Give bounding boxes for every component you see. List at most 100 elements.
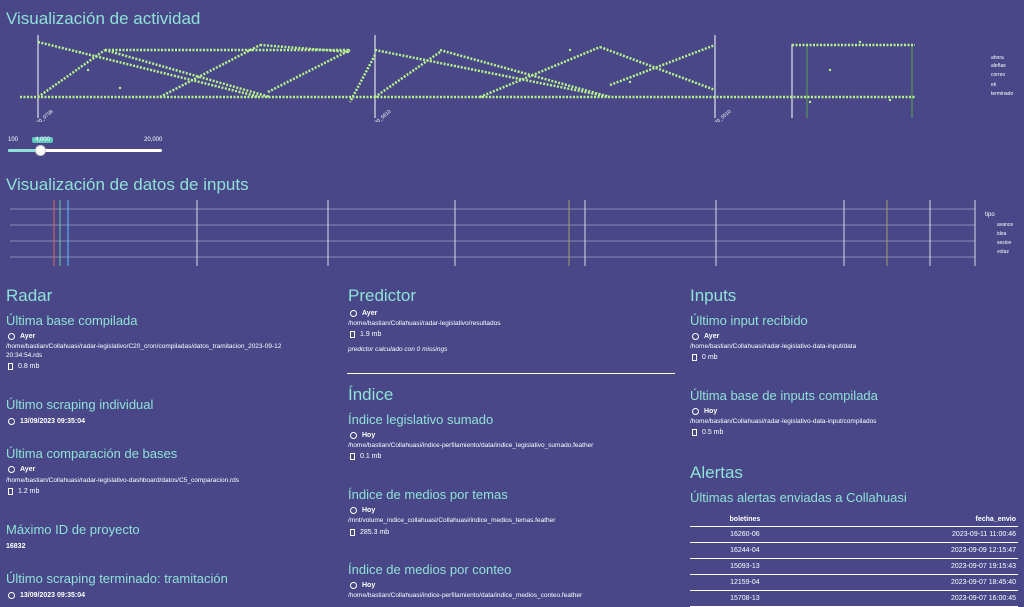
inputs-ultimo-when: Ayer [692, 333, 719, 340]
clock-icon [8, 418, 15, 425]
indice-temas-when: Hoy [350, 507, 375, 514]
legend-item-terminado: terminado [991, 91, 1014, 97]
alertas-title: Alertas [690, 463, 743, 482]
radar-scraping-terminado-heading: Último scraping terminado: tramitación [6, 571, 228, 586]
table-row: 16260-06 2023-09-11 11:00:46 [690, 526, 1018, 543]
clock-icon [8, 333, 15, 340]
table-row: 16244-04 2023-09-09 12:15:47 [690, 542, 1018, 559]
indice-title: Índice [348, 385, 394, 404]
cell-boletin: 15093-13 [690, 558, 800, 575]
radar-comparacion-heading: Última comparación de bases [6, 446, 178, 461]
cell-fecha: 2023-09-07 18:45:40 [799, 574, 1018, 591]
clock-icon [350, 310, 357, 317]
clock-icon [692, 333, 699, 340]
radar-ultima-base-size: 0.8 mb [8, 363, 39, 370]
indice-sumado-heading: Índice legislativo sumado [348, 412, 494, 427]
inputs-ultimo-path: /home/bastian/Collahuasi/radar-legislati… [690, 343, 857, 350]
inputs-viz-title: Visualización de datos de inputs [6, 175, 249, 194]
radar-scraping-individual-heading: Último scraping individual [6, 397, 154, 412]
inputs-ultima-base-when: Hoy [692, 408, 717, 415]
inputs-ultimo-heading: Último input recibido [690, 313, 808, 328]
inputs-title: Inputs [690, 286, 737, 305]
slider-max-label: 20,000 [144, 137, 163, 143]
indice-temas-path: /mnt/volume_indice_collahuasi/Collahuasi… [348, 517, 556, 524]
file-icon [692, 429, 697, 436]
radar-comparacion-size: 1.2 mb [8, 488, 39, 495]
file-icon [350, 331, 355, 338]
clock-icon [8, 466, 15, 473]
indice-temas-size: 285.3 mb [350, 529, 389, 536]
predictor-title: Predictor [348, 286, 417, 305]
indice-conteo-heading: Índice de medios por conteo [348, 562, 512, 577]
predictor-size: 1.9 mb [350, 331, 381, 338]
cell-boletin: 15708-13 [690, 590, 800, 607]
radar-scraping-individual-when: 13/09/2023 09:35:04 [8, 418, 85, 425]
radar-ultima-base-heading: Última base compilada [6, 313, 138, 328]
inputs-ultimo-size: 0 mb [692, 354, 718, 361]
activity-title: Visualización de actividad [6, 9, 201, 28]
clock-icon [8, 592, 15, 599]
file-icon [350, 529, 355, 536]
column-header-fecha-envio[interactable]: fecha_envio [799, 513, 1018, 527]
slider-value-badge: 4,000 [32, 137, 54, 143]
inputs-legend-avance: avance [997, 222, 1014, 228]
file-icon [350, 453, 355, 460]
radar-maximo-id-heading: Máximo ID de proyecto [6, 522, 140, 537]
inputs-ultima-base-heading: Última base de inputs compilada [690, 388, 878, 403]
axis-label-1: 1230_0738 [31, 109, 54, 122]
radar-scraping-terminado-when: 13/09/2023 09:35:04 [8, 592, 85, 599]
file-icon [8, 363, 13, 370]
inputs-chart [10, 200, 976, 266]
activity-chart: 1230_0738 1230_5610 1230_5510 [20, 35, 915, 122]
indice-sumado-size: 0.1 mb [350, 453, 381, 460]
legend-item-ek: ek [991, 82, 997, 88]
divider [347, 373, 675, 374]
radar-ultima-base-path: /home/bastian/Collahuasi/radar-legislati… [6, 343, 282, 359]
inputs-ultima-base-path: /home/bastian/Collahuasi/radar-legislati… [690, 418, 877, 425]
inputs-legend-votaz: votaz [997, 249, 1009, 255]
radar-ultima-base-when: Ayer [8, 333, 35, 340]
slider-handle[interactable] [35, 145, 46, 156]
radar-comparacion-when: Ayer [8, 466, 35, 473]
clock-icon [692, 408, 699, 415]
radar-comparacion-path: /home/bastian/Collahuasi/radar-legislati… [6, 477, 240, 484]
table-row: 15093-13 2023-09-07 19:15:43 [690, 558, 1018, 575]
indice-conteo-path: /home/bastian/Collahuasi/indice-perfilam… [348, 592, 583, 599]
file-icon [8, 488, 13, 495]
table-row: 15708-13 2023-09-07 16:00:45 [690, 590, 1018, 607]
cell-boletin: 16260-06 [690, 526, 800, 543]
cell-boletin: 12159-04 [690, 574, 800, 591]
inputs-ultima-base-size: 0.5 mb [692, 429, 723, 436]
file-icon [692, 354, 697, 361]
legend-item-correo: correo [991, 72, 1006, 78]
axis-label-2: 1230_5610 [369, 109, 392, 122]
axis-label-3: 1230_5510 [709, 109, 732, 122]
cell-fecha: 2023-09-07 19:15:43 [799, 558, 1018, 575]
radar-title: Radar [6, 286, 53, 305]
column-header-boletines[interactable]: boletines [690, 513, 800, 527]
indice-temas-heading: Índice de medios por temas [348, 487, 508, 502]
slider-min-label: 100 [8, 137, 19, 143]
cell-boletin: 16244-04 [690, 542, 800, 559]
cell-fecha: 2023-09-11 11:00:46 [799, 526, 1018, 543]
indice-conteo-when: Hoy [350, 582, 375, 589]
predictor-when: Ayer [350, 310, 377, 317]
clock-icon [350, 582, 357, 589]
indice-sumado-when: Hoy [350, 432, 375, 439]
indice-sumado-path: /home/bastian/Collahuasi/indice-perfilam… [348, 442, 594, 449]
legend-item-alenas: aleñas [991, 63, 1006, 69]
cell-fecha: 2023-09-09 12:15:47 [799, 542, 1018, 559]
table-header-row: boletines fecha_envio [690, 513, 1018, 527]
legend-item-ahora: ahora [991, 55, 1004, 61]
alertas-table: boletines fecha_envio 16260-06 2023-09-11… [690, 513, 1018, 607]
alertas-subtitle: Últimas alertas enviadas a Collahuasi [690, 490, 907, 505]
inputs-legend-title: tipo [985, 212, 995, 218]
inputs-legend-idea: idea [997, 231, 1007, 237]
predictor-note: predictor calculado con 0 missings [348, 346, 448, 353]
clock-icon [350, 507, 357, 514]
table-row: 12159-04 2023-09-07 18:45:40 [690, 574, 1018, 591]
clock-icon [350, 432, 357, 439]
predictor-path: /home/bastian/Collahuasi/radar-legislati… [348, 320, 501, 327]
cell-fecha: 2023-09-07 16:00:45 [799, 590, 1018, 607]
inputs-legend-sesion: sesion [997, 240, 1012, 246]
